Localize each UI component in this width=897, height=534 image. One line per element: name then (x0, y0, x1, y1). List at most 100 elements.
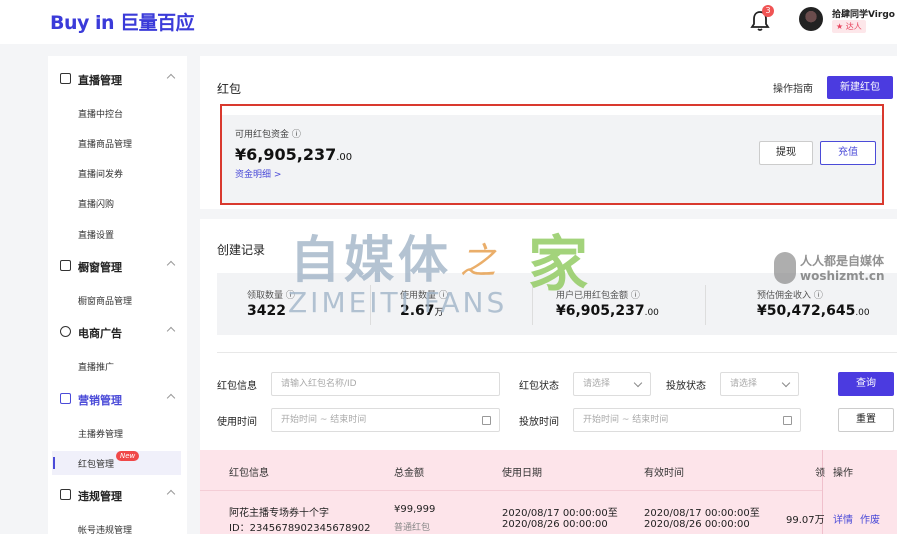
sidebar-item-label: 直播间发券 (78, 170, 124, 180)
stat-label: 使用数量 ⓘ (400, 291, 448, 301)
table-header: 领 (815, 468, 825, 479)
chevron-up-icon (166, 393, 176, 403)
divider (370, 285, 371, 325)
divider (200, 490, 822, 491)
sidebar-group-label: 电商广告 (78, 327, 122, 340)
new-badge: New (116, 451, 140, 461)
stat-suffix: .00 (644, 308, 659, 318)
stat-number: 2.67 (400, 303, 435, 319)
stat-number: ¥6,905,237 (556, 303, 645, 319)
valid-time-start: 2020/08/17 00:00:00至 (644, 508, 760, 519)
stat-label: 领取数量 ⓘ (247, 291, 295, 301)
sidebar-group-violations[interactable]: 违规管理 (48, 485, 187, 507)
guide-link[interactable]: 操作指南 (773, 80, 813, 95)
divider (532, 285, 533, 325)
use-date-end: 2020/08/26 00:00:00 (502, 519, 608, 530)
stat-value: 3422 (247, 303, 286, 319)
sidebar-item-label: 帐号违规管理 (78, 526, 133, 534)
redpacket-name: 阿花主播专场券十个字 (229, 508, 329, 519)
top-bar: Buy in 巨量百应 3 拾肆同学Virgo ★ 达人 (0, 0, 897, 44)
table-header: 使用日期 (502, 468, 542, 479)
sidebar-item-label: 直播中控台 (78, 110, 124, 120)
chevron-up-icon (166, 73, 176, 83)
stat-suffix: .00 (855, 308, 870, 318)
sidebar-item-live-products[interactable]: 直播商品管理 (48, 131, 187, 155)
table-header: 红包信息 (229, 468, 269, 479)
sidebar-item-label: 主播券管理 (78, 430, 124, 440)
sidebar-item-live-promotion[interactable]: 直播推广 (48, 354, 187, 378)
void-link[interactable]: 作废 (860, 511, 880, 526)
delivery-select-value: 请选择 (730, 379, 758, 389)
status-select[interactable]: 请选择 (573, 372, 651, 396)
notification-badge: 3 (762, 5, 774, 17)
highlight-box (220, 104, 884, 205)
delivery-time-range-picker[interactable]: 开始时间 ~ 结束时间 (573, 408, 801, 432)
claimed-count: 99.07万 (786, 515, 825, 526)
brand-logo[interactable]: Buy in 巨量百应 (50, 8, 195, 35)
stat-number: ¥50,472,645 (757, 303, 856, 319)
date-range-placeholder: 开始时间 ~ 结束时间 (281, 415, 367, 425)
sidebar-item-live-console[interactable]: 直播中控台 (48, 101, 187, 125)
chevron-up-icon (166, 326, 176, 336)
calendar-icon (783, 416, 792, 425)
stat-label: 预估佣金收入 ⓘ (757, 291, 823, 301)
sidebar-item-live-settings[interactable]: 直播设置 (48, 222, 187, 246)
sidebar: 直播管理 直播中控台 直播商品管理 直播间发券 直播闪购 直播设置 橱窗管理 橱… (48, 56, 187, 534)
live-icon (60, 73, 71, 84)
redpacket-type: 普通红包 (394, 523, 431, 533)
active-indicator (53, 457, 55, 469)
status-select-value: 请选择 (583, 379, 611, 389)
sidebar-item-label: 橱窗商品管理 (78, 297, 133, 307)
table-header: 有效时间 (644, 468, 684, 479)
sidebar-item-live-coupons[interactable]: 直播间发券 (48, 161, 187, 185)
divider (705, 285, 706, 325)
query-button[interactable]: 查询 (838, 372, 894, 396)
sidebar-group-marketing[interactable]: 营销管理 (48, 389, 187, 411)
chevron-up-icon (166, 260, 176, 270)
sidebar-group-label: 营销管理 (78, 394, 122, 407)
chevron-down-icon (633, 378, 643, 388)
table-header: 总金额 (394, 468, 424, 479)
marketing-icon (60, 393, 71, 404)
detail-link[interactable]: 详情 (833, 511, 853, 526)
sidebar-item-label: 直播推广 (78, 363, 115, 373)
sidebar-group-ads[interactable]: 电商广告 (48, 322, 187, 344)
sidebar-item-label: 直播设置 (78, 231, 115, 241)
sidebar-group-showcase[interactable]: 橱窗管理 (48, 256, 187, 278)
valid-time-end: 2020/08/26 00:00:00 (644, 519, 750, 530)
reset-button[interactable]: 重置 (838, 408, 894, 432)
create-redpacket-button[interactable]: 新建红包 (827, 76, 893, 99)
redpacket-amount: ¥99,999 (394, 504, 436, 515)
avatar[interactable] (799, 7, 823, 31)
sidebar-group-live[interactable]: 直播管理 (48, 69, 187, 91)
filter-label: 红包状态 (519, 381, 559, 392)
role-badge: ★ 达人 (832, 20, 866, 33)
use-time-range-picker[interactable]: 开始时间 ~ 结束时间 (271, 408, 500, 432)
sidebar-item-label: 直播闪购 (78, 200, 115, 210)
stat-value: ¥6,905,237.00 (556, 303, 659, 319)
filter-label: 使用时间 (217, 417, 257, 428)
stat-value: ¥50,472,645.00 (757, 303, 870, 319)
sidebar-item-anchor-coupons[interactable]: 主播券管理 (48, 421, 187, 445)
delivery-select[interactable]: 请选择 (720, 372, 799, 396)
redpacket-search-input[interactable]: 请输入红包名称/ID (271, 372, 500, 396)
table-header: 操作 (833, 468, 853, 479)
username[interactable]: 拾肆同学Virgo (832, 7, 895, 20)
calendar-icon (482, 416, 491, 425)
showcase-icon (60, 260, 71, 271)
date-range-placeholder: 开始时间 ~ 结束时间 (583, 415, 669, 425)
sidebar-item-showcase-products[interactable]: 橱窗商品管理 (48, 288, 187, 312)
chevron-up-icon (166, 489, 176, 499)
sidebar-item-account-violations[interactable]: 帐号违规管理 (48, 517, 187, 534)
divider (217, 352, 897, 353)
sidebar-group-label: 违规管理 (78, 490, 122, 503)
filter-label: 红包信息 (217, 381, 257, 392)
use-date-start: 2020/08/17 00:00:00至 (502, 508, 618, 519)
stat-number: 3422 (247, 303, 286, 319)
filter-label: 投放时间 (519, 417, 559, 428)
filter-label: 投放状态 (666, 381, 706, 392)
stat-label: 用户已用红包金额 ⓘ (556, 291, 640, 301)
sidebar-item-flash-sale[interactable]: 直播闪购 (48, 191, 187, 215)
sidebar-group-label: 橱窗管理 (78, 261, 122, 274)
violation-icon (60, 489, 71, 500)
